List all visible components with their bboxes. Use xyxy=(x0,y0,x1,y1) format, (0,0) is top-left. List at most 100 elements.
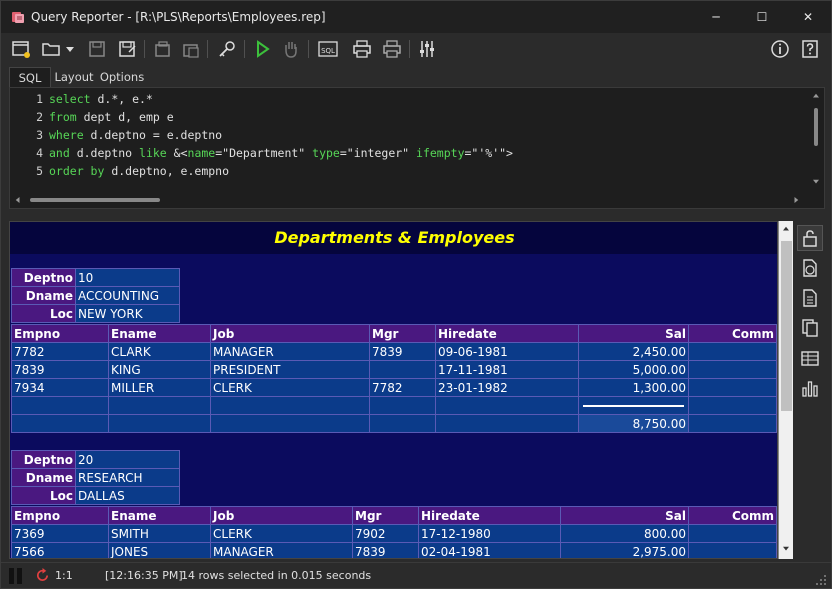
stop-button[interactable] xyxy=(279,37,303,61)
report-sidebar xyxy=(795,221,825,559)
master-label: Dname xyxy=(11,468,76,487)
table-cell xyxy=(369,360,436,379)
editor-vertical-scrollbar[interactable] xyxy=(808,88,824,192)
open-button[interactable] xyxy=(39,37,63,61)
table-cell: 17-12-1980 xyxy=(418,524,561,543)
table-cell: SMITH xyxy=(108,524,211,543)
help-icon xyxy=(802,40,818,58)
table-row[interactable]: 7934 MILLER CLERK 7782 23-01-1982 1,300.… xyxy=(11,378,777,397)
copy-report-button[interactable] xyxy=(151,37,175,61)
table-cell: MANAGER xyxy=(210,342,370,361)
detail-table: Empno Ename Job Mgr Hiredate Sal Comm 73… xyxy=(11,506,777,558)
open-icon xyxy=(42,43,60,56)
chart-button[interactable] xyxy=(797,375,823,401)
app-icon xyxy=(12,12,24,23)
table-cell: 7902 xyxy=(352,524,419,543)
maximize-button[interactable]: ☐ xyxy=(739,1,785,33)
table-cell: MANAGER xyxy=(210,542,353,558)
column-header: Empno xyxy=(11,324,109,343)
pause-icon xyxy=(9,568,25,584)
table-cell: 2,450.00 xyxy=(578,342,689,361)
settings-button[interactable] xyxy=(415,37,439,61)
copy-button[interactable] xyxy=(797,315,823,341)
table-cell: 09-06-1981 xyxy=(435,342,579,361)
unlock-icon xyxy=(803,230,817,247)
close-button[interactable]: ✕ xyxy=(785,1,831,33)
save-as-button[interactable] xyxy=(115,37,139,61)
editor-vscroll-thumb[interactable] xyxy=(814,108,818,146)
scroll-right-icon xyxy=(794,197,799,203)
line-number: 4 xyxy=(36,146,43,160)
table-row[interactable]: 7566 JONES MANAGER 7839 02-04-1981 2,975… xyxy=(11,542,777,558)
connect-button[interactable] xyxy=(215,37,239,61)
settings-sliders-icon xyxy=(420,41,434,57)
unlock-button[interactable] xyxy=(797,225,823,251)
bar-chart-icon xyxy=(802,381,818,397)
tab-layout[interactable]: Layout xyxy=(53,67,95,87)
about-button[interactable] xyxy=(768,37,792,61)
main-window: Query Reporter - [R:\PLS\Reports\Employe… xyxy=(0,0,832,589)
master-label: Dname xyxy=(11,286,76,305)
paste-report-button[interactable] xyxy=(179,37,203,61)
scroll-down-icon xyxy=(813,179,819,184)
table-cell: 7369 xyxy=(11,524,109,543)
column-header: Mgr xyxy=(369,324,436,343)
sql-button[interactable]: SQL xyxy=(316,37,340,61)
save-button[interactable] xyxy=(85,37,109,61)
master-label: Deptno xyxy=(11,450,76,469)
resize-grip-icon[interactable] xyxy=(815,574,827,586)
tab-sql[interactable]: SQL xyxy=(9,67,51,87)
open-dropdown-button[interactable] xyxy=(63,37,77,61)
column-header: Hiredate xyxy=(435,324,579,343)
run-button[interactable] xyxy=(250,37,274,61)
dropdown-arrow-icon xyxy=(66,47,74,52)
tab-strip: SQL Layout Options xyxy=(1,65,831,87)
editor-hscroll-thumb[interactable] xyxy=(30,198,160,202)
code-line: order by d.deptno, e.empno xyxy=(49,164,229,178)
report-view[interactable]: Departments & Employees Deptno 10 Dname AC… xyxy=(9,221,778,559)
code-line: select d.*, e.* xyxy=(49,92,153,106)
table-cell xyxy=(688,378,777,397)
print-button[interactable] xyxy=(350,37,374,61)
new-report-icon xyxy=(12,41,30,58)
report-scroll-thumb[interactable] xyxy=(781,241,792,411)
code-line: from dept d, emp e xyxy=(49,110,174,124)
print-preview-button[interactable] xyxy=(380,37,404,61)
close-icon: ✕ xyxy=(802,10,814,24)
print-preview-icon xyxy=(383,40,401,58)
sql-icon: SQL xyxy=(318,41,338,57)
toolbar-separator xyxy=(207,40,208,58)
table-cell: 7839 xyxy=(352,542,419,558)
tab-options[interactable]: Options xyxy=(99,67,145,87)
master-table: Deptno 20 Dname RESEARCH Loc DALLAS xyxy=(11,450,180,505)
table-row[interactable]: 7839 KING PRESIDENT 17-11-1981 5,000.00 xyxy=(11,360,777,379)
minimize-button[interactable]: ─ xyxy=(693,1,739,33)
sql-text: d.deptno = e.deptno xyxy=(83,128,223,142)
line-number: 1 xyxy=(36,92,43,106)
export-text-button[interactable] xyxy=(797,285,823,311)
editor-horizontal-scrollbar[interactable] xyxy=(10,192,810,208)
sql-text: &< xyxy=(166,146,188,160)
sql-text: dept d, emp e xyxy=(76,110,174,124)
refresh-icon[interactable] xyxy=(35,568,50,583)
sql-editor[interactable]: 1 2 3 4 5 select d.*, e.* from dept d, em… xyxy=(9,87,825,209)
table-row[interactable]: 7782 CLARK MANAGER 7839 09-06-1981 2,450… xyxy=(11,342,777,361)
table-cell xyxy=(688,542,777,558)
window-title: Query Reporter - [R:\PLS\Reports\Employe… xyxy=(31,10,326,24)
table-row[interactable]: 7369 SMITH CLERK 7902 17-12-1980 800.00 xyxy=(11,524,777,543)
toolbar: SQL xyxy=(1,33,831,65)
sql-text: ="integer" xyxy=(339,146,417,160)
maximize-icon: ☐ xyxy=(756,10,768,24)
new-report-button[interactable] xyxy=(9,37,33,61)
code-line: where d.deptno = e.deptno xyxy=(49,128,222,142)
grid-view-button[interactable] xyxy=(797,345,823,371)
table-cell: 7566 xyxy=(11,542,109,558)
status-bar: 1:1 [12:16:35 PM] 14 rows selected in 0.… xyxy=(1,562,831,588)
grid-table-icon xyxy=(801,351,819,366)
table-cell: 02-04-1981 xyxy=(418,542,561,558)
sql-keyword: like xyxy=(139,146,167,160)
line-number-gutter: 1 2 3 4 5 xyxy=(10,88,48,184)
report-vertical-scrollbar[interactable] xyxy=(778,221,793,559)
help-button[interactable] xyxy=(798,37,822,61)
export-html-button[interactable] xyxy=(797,255,823,281)
